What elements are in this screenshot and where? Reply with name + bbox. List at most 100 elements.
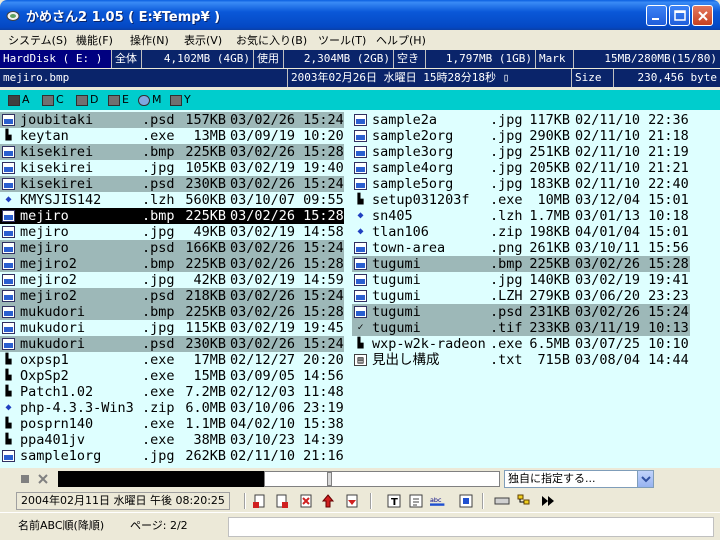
menu-function[interactable]: 機能(F) [76,32,113,48]
file-row[interactable]: mukudori .psd 230KB 03/02/26 15:24 [0,336,344,352]
file-row[interactable]: mejiro .psd 166KB 03/02/26 15:24 [0,240,344,256]
text-view-icon[interactable]: T [386,493,402,509]
drive-e[interactable]: E [108,93,129,106]
filter-combo[interactable]: 独自に指定する... [504,470,654,488]
maximize-button[interactable] [669,5,690,26]
exe-icon: ▙ [5,130,12,141]
file-row[interactable]: ▙ wxp-w2k-radeon .exe 6.5MB 03/07/25 10:10 [352,336,690,352]
file-row[interactable]: ▤ 見出し構成 .txt 715B 03/08/04 14:44 [352,352,690,368]
menu-view[interactable]: 表示(V) [184,32,222,48]
file-name: sn405 [372,208,413,224]
file-row[interactable]: ▙ OxpSp2 .exe 15MB 03/09/05 14:56 [0,368,344,384]
drive-a[interactable]: A [8,93,30,106]
tree-icon[interactable] [516,493,532,509]
file-row[interactable]: mukudori .bmp 225KB 03/02/26 15:28 [0,304,344,320]
file-date: 03/10/06 23:19 [230,400,344,416]
file-row[interactable]: kisekirei .jpg 105KB 03/02/19 19:40 [0,160,344,176]
minimize-icon [652,18,659,20]
file-row[interactable]: ▙ keytan .exe 13MB 03/09/19 10:20 [0,128,344,144]
move-down-icon[interactable] [344,493,360,509]
menu-tools[interactable]: ツール(T) [318,32,366,48]
separator [370,493,372,509]
file-row[interactable]: mejiro .bmp 225KB 03/02/26 15:28 [0,208,344,224]
file-row[interactable]: sample4org .jpg 205KB 02/11/10 21:21 [352,160,690,176]
menu-favorites[interactable]: お気に入り(B) [236,32,307,48]
file-row[interactable]: ▙ oxpsp1 .exe 17MB 02/12/27 20:20 [0,352,344,368]
file-row[interactable]: ◆ KMYSJIS142 .lzh 560KB 03/10/07 09:55 [0,192,344,208]
date-display: 2004年02月11日 水曜日 午後 08:20:25 [16,492,230,510]
minimize-button[interactable] [646,5,667,26]
file-size: 198KB [529,224,570,240]
new-file-icon[interactable] [252,493,268,509]
cancel-icon[interactable] [36,472,50,486]
delete-file-icon[interactable] [298,493,314,509]
file-ext: .jpg [490,112,523,128]
binary-view-icon[interactable] [408,493,424,509]
file-row[interactable]: ◆ sn405 .lzh 1.7MB 03/01/13 10:18 [352,208,690,224]
used-value: 2,304MB (2GB) [284,50,394,68]
file-row[interactable]: ▙ setup031203f .exe 10MB 03/12/04 15:01 [352,192,690,208]
menu-help[interactable]: ヘルプ(H) [376,32,426,48]
file-row[interactable]: tugumi .psd 231KB 03/02/26 15:24 [352,304,690,320]
file-row[interactable]: tugumi .jpg 140KB 03/02/19 19:41 [352,272,690,288]
file-date: 02/11/10 21:19 [575,144,689,160]
copy-file-icon[interactable] [274,493,290,509]
file-date: 03/02/26 15:24 [230,288,344,304]
file-row[interactable]: mejiro2 .psd 218KB 03/02/26 15:24 [0,288,344,304]
file-row[interactable]: sample5org .jpg 183KB 02/11/10 22:40 [352,176,690,192]
image-icon [354,162,367,174]
file-row[interactable]: ▙ ppa401jv .exe 38MB 03/10/23 14:39 [0,432,344,448]
image-icon [2,178,15,190]
menu-operation[interactable]: 操作(N) [130,32,169,48]
file-row[interactable]: tugumi .bmp 225KB 03/02/26 15:28 [352,256,690,272]
file-name: 見出し構成 [372,352,440,368]
mark-value: 15MB/280MB(15/80) [604,52,717,65]
file-ext: .jpg [490,160,523,176]
file-size: 6.0MB [185,400,226,416]
drive-icon[interactable] [494,493,510,509]
properties-icon[interactable] [458,493,474,509]
image-icon [2,114,15,126]
file-row[interactable]: mejiro .jpg 49KB 03/02/19 14:58 [0,224,344,240]
slider-thumb[interactable] [327,472,332,486]
drive-y[interactable]: Y [170,93,191,106]
file-row[interactable]: town-area .png 261KB 03/10/11 15:56 [352,240,690,256]
file-row[interactable]: joubitaki .psd 157KB 03/02/26 15:24 [0,112,344,128]
file-row[interactable]: ◆ tlan106 .zip 198KB 04/01/04 15:01 [352,224,690,240]
title-bar[interactable]: かめさん2 1.05 ( E:¥Temp¥ ) [0,0,720,30]
stop-icon[interactable] [18,472,32,486]
file-row[interactable]: sample1org .jpg 262KB 02/11/10 21:16 [0,448,344,464]
chevron-down-icon[interactable] [637,471,653,487]
file-row[interactable]: ▙ Patch1.02 .exe 7.2MB 02/12/03 11:48 [0,384,344,400]
file-row[interactable]: ▙ posprn140 .exe 1.1MB 04/02/10 15:38 [0,416,344,432]
file-row[interactable]: ◆ php-4.3.3-Win3 .zip 6.0MB 03/10/06 23:19 [0,400,344,416]
file-size: 42KB [193,272,226,288]
file-row[interactable]: sample2a .jpg 117KB 02/11/10 22:36 [352,112,690,128]
status-message-area [228,517,714,537]
spellcheck-icon[interactable]: abc [430,493,446,509]
close-button[interactable] [692,5,713,26]
drive-d[interactable]: D [76,93,98,106]
fast-forward-icon[interactable] [540,493,556,509]
file-row[interactable]: mejiro2 .jpg 42KB 03/02/19 14:59 [0,272,344,288]
drive-m[interactable]: M [138,93,162,106]
file-row[interactable]: sample2org .jpg 290KB 02/11/10 21:18 [352,128,690,144]
file-name: tugumi [372,288,421,304]
file-list[interactable]: joubitaki .psd 157KB 03/02/26 15:24 ▙ keytan.… [0,110,720,468]
file-row[interactable]: mejiro2 .bmp 225KB 03/02/26 15:28 [0,256,344,272]
exe-icon: ▙ [5,434,12,445]
drive-c[interactable]: C [42,93,64,106]
seek-slider[interactable] [264,471,500,487]
file-row[interactable]: mukudori .jpg 115KB 03/02/19 19:45 [0,320,344,336]
file-row[interactable]: kisekirei .bmp 225KB 03/02/26 15:28 [0,144,344,160]
file-row[interactable]: kisekirei .psd 230KB 03/02/26 15:24 [0,176,344,192]
file-row[interactable]: ✓ tugumi .tif 233KB 03/11/19 10:13 [352,320,690,336]
file-info-bar: mejiro.bmp 2003年02月26日 水曜日 15時28分18秒 ▯ S… [0,69,720,87]
move-up-icon[interactable] [320,493,336,509]
file-row[interactable]: sample3org .jpg 251KB 02/11/10 21:19 [352,144,690,160]
menu-system[interactable]: システム(S) [8,32,67,48]
file-ext: .zip [142,400,175,416]
file-row[interactable]: tugumi .LZH 279KB 03/06/20 23:23 [352,288,690,304]
image-icon [354,274,367,286]
progress-bar [58,471,264,487]
